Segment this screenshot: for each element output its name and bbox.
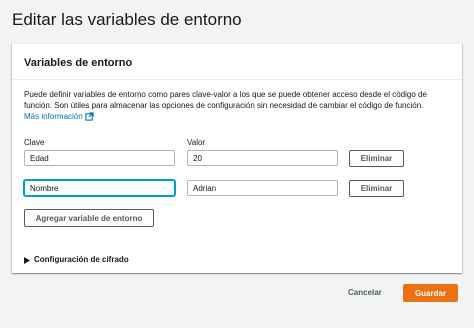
key-column-label: Clave (24, 138, 45, 147)
add-variable-button[interactable]: Agregar variable de entorno (24, 209, 154, 227)
panel-header: Variables de entorno (12, 44, 462, 80)
more-info-link[interactable]: Más información (24, 112, 83, 121)
value-column-label: Valor (187, 138, 206, 147)
environment-variables-panel: Variables de entorno Puede definir varia… (12, 43, 462, 273)
page-title: Editar las variables de entorno (12, 10, 242, 29)
cancel-button[interactable]: Cancelar (348, 288, 382, 297)
encryption-config-toggle[interactable]: Configuración de cifrado (34, 255, 129, 264)
caret-right-icon[interactable] (24, 257, 30, 264)
remove-variable-button-2[interactable]: Eliminar (349, 180, 404, 197)
key-input-1[interactable] (24, 150, 175, 166)
panel-title: Variables de entorno (24, 57, 133, 69)
external-link-icon[interactable] (85, 112, 94, 121)
value-input-2[interactable] (187, 180, 338, 196)
key-input-2[interactable] (24, 180, 175, 196)
save-button[interactable]: Guardar (403, 284, 458, 302)
remove-variable-button-1[interactable]: Eliminar (349, 150, 404, 167)
panel-description: Puede definir variables de entorno como … (24, 90, 427, 110)
value-input-1[interactable] (187, 150, 338, 166)
